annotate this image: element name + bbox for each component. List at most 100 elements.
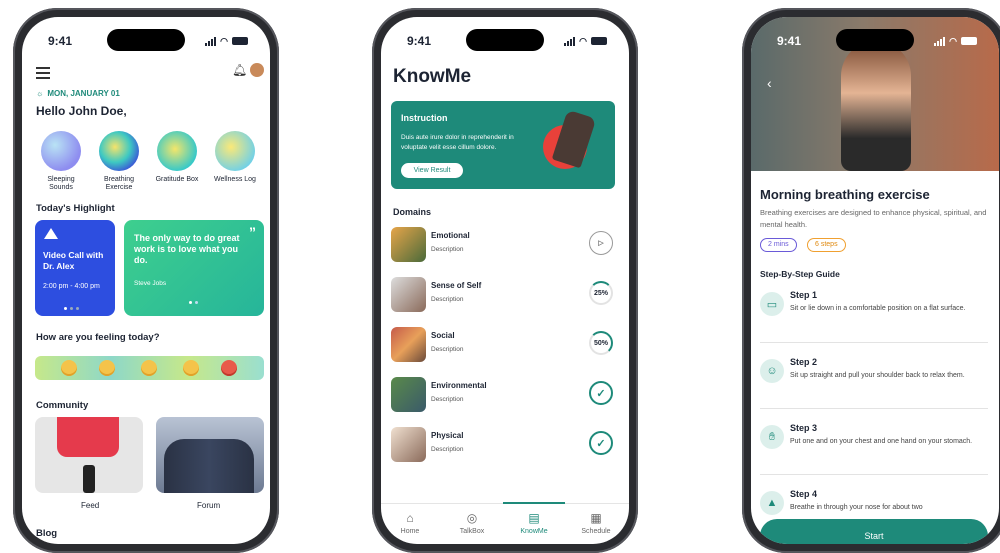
- phone-knowme: 9:41 ◠ KnowMe Instruction Duis aute irur…: [372, 8, 638, 553]
- forum-card[interactable]: [156, 417, 264, 493]
- dynamic-island: [107, 29, 185, 51]
- calendar-icon: ▦: [590, 511, 602, 525]
- step-title: Step 3: [790, 423, 818, 433]
- call-title: Video Call with Dr. Alex: [43, 250, 104, 271]
- category-label: Wellness Log: [214, 176, 256, 183]
- greeting: Hello John Doe,: [36, 104, 127, 118]
- step-title: Step 2: [790, 357, 818, 367]
- check-icon: ✓: [589, 381, 613, 405]
- exercise-subtitle: Breathing exercises are designed to enha…: [760, 208, 987, 229]
- forum-people-image: [164, 439, 254, 493]
- carousel-dots: [189, 301, 198, 304]
- sun-icon: ☼: [36, 89, 44, 98]
- view-result-button[interactable]: View Result: [401, 163, 463, 178]
- domain-name: Sense of Self: [431, 281, 482, 290]
- mood-neutral-icon[interactable]: [141, 360, 157, 376]
- status-time: 9:41: [48, 34, 73, 48]
- mood-selector[interactable]: [35, 356, 264, 380]
- mat-icon: ▭: [760, 292, 784, 316]
- feed-heart-image: [57, 417, 119, 457]
- wifi-icon: ◠: [220, 35, 228, 46]
- dynamic-island: [466, 29, 544, 51]
- blog-title: Blog: [36, 528, 58, 539]
- community-title: Community: [36, 400, 89, 411]
- talkbox-icon: ◎: [466, 511, 478, 525]
- domain-physical[interactable]: Physical Description ✓: [391, 425, 613, 467]
- tab-label: Home: [400, 528, 420, 535]
- signal-icon: [934, 36, 946, 46]
- step-title: Step 1: [790, 290, 818, 300]
- back-icon[interactable]: ‹: [767, 75, 772, 91]
- quote-text: The only way to do great work is to love…: [134, 233, 240, 265]
- mood-sad-icon[interactable]: [183, 360, 199, 376]
- domain-desc: Description: [431, 296, 464, 303]
- domain-thumbnail: [391, 377, 426, 412]
- bell-icon[interactable]: 🔔︎: [232, 63, 247, 77]
- meditate-icon: ▲: [760, 491, 784, 515]
- mood-very-happy-icon[interactable]: [61, 360, 77, 376]
- step-title: Step 4: [790, 489, 818, 499]
- tab-knowme[interactable]: ▤ KnowMe: [509, 511, 559, 535]
- phone-home: 9:41 ◠ 🔔︎ ☼ MON, JANUARY 01 Hello John D…: [13, 8, 279, 553]
- sleeping-sounds-orb: [41, 131, 81, 171]
- domain-desc: Description: [431, 346, 464, 353]
- start-button[interactable]: Start: [760, 519, 988, 544]
- wifi-icon: ◠: [579, 35, 587, 46]
- domain-thumbnail: [391, 327, 426, 362]
- signal-icon: [205, 36, 217, 46]
- tab-schedule[interactable]: ▦ Schedule: [571, 511, 621, 535]
- exercise-title: Morning breathing exercise: [760, 187, 930, 202]
- menu-icon[interactable]: [36, 67, 50, 79]
- play-icon[interactable]: ▷: [589, 231, 613, 255]
- date-label: MON, JANUARY 01: [47, 89, 120, 98]
- tab-active-indicator: [503, 502, 565, 504]
- battery-icon: [591, 37, 607, 45]
- domain-name: Environmental: [431, 381, 487, 390]
- phone-breathing: 9:41 ◠ ‹ Morning breathing exercise Brea…: [742, 8, 1000, 553]
- tab-talkbox[interactable]: ◎ TalkBox: [447, 511, 497, 535]
- hand-icon: ✋︎: [760, 425, 784, 449]
- status-time: 9:41: [777, 34, 802, 48]
- mood-angry-icon[interactable]: [221, 360, 237, 376]
- hero-person: [841, 41, 911, 171]
- category-wellness-log[interactable]: Wellness Log: [209, 131, 261, 184]
- video-call-card[interactable]: Video Call with Dr. Alex 2:00 pm - 4:00 …: [35, 220, 115, 316]
- domain-environmental[interactable]: Environmental Description ✓: [391, 375, 613, 417]
- home-screen: 9:41 ◠ 🔔︎ ☼ MON, JANUARY 01 Hello John D…: [22, 17, 270, 544]
- illustration-figure: [551, 109, 597, 169]
- step-desc: Sit or lie down in a comfortable positio…: [790, 305, 966, 312]
- category-breathing-exercise[interactable]: Breathing Exercise: [93, 131, 145, 192]
- avatar[interactable]: [250, 63, 264, 77]
- mood-happy-icon[interactable]: [99, 360, 115, 376]
- feed-card[interactable]: [35, 417, 143, 493]
- call-time: 2:00 pm - 4:00 pm: [43, 283, 100, 290]
- domains-title: Domains: [393, 207, 432, 217]
- breathing-screen: 9:41 ◠ ‹ Morning breathing exercise Brea…: [751, 17, 999, 544]
- domain-name: Social: [431, 331, 455, 340]
- instruction-title: Instruction: [401, 113, 448, 123]
- quote-icon: ”: [249, 224, 256, 240]
- progress-ring: 25%: [589, 281, 613, 305]
- category-sleeping-sounds[interactable]: Sleeping Sounds: [35, 131, 87, 192]
- category-label: Sleeping Sounds: [47, 176, 75, 191]
- date-row: ☼ MON, JANUARY 01: [36, 89, 120, 98]
- divider: [760, 474, 988, 475]
- domain-desc: Description: [431, 396, 464, 403]
- domain-social[interactable]: Social Description 50%: [391, 325, 613, 367]
- domain-emotional[interactable]: Emotional Description ▷: [391, 225, 613, 267]
- domain-thumbnail: [391, 227, 426, 262]
- breathing-orb: [99, 131, 139, 171]
- signal-icon: [564, 36, 576, 46]
- step-desc: Put one and on your chest and one hand o…: [790, 438, 973, 445]
- category-gratitude-box[interactable]: Gratitude Box: [151, 131, 203, 184]
- wifi-icon: ◠: [949, 35, 957, 46]
- domain-sense-of-self[interactable]: Sense of Self Description 25%: [391, 275, 613, 317]
- dynamic-island: [836, 29, 914, 51]
- battery-icon: [232, 37, 248, 45]
- divider: [760, 342, 988, 343]
- tab-home[interactable]: ⌂ Home: [385, 511, 435, 535]
- video-icon: [44, 228, 58, 239]
- wellness-orb: [215, 131, 255, 171]
- document-icon: ▤: [528, 511, 540, 525]
- quote-card[interactable]: ” The only way to do great work is to lo…: [124, 220, 264, 316]
